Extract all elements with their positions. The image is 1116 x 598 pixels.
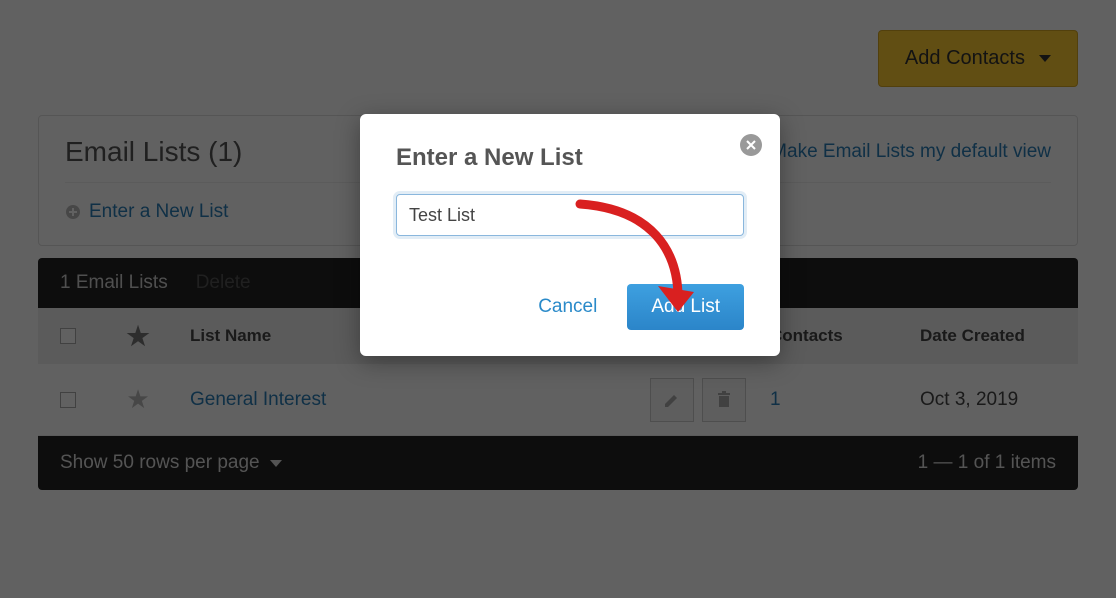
close-icon xyxy=(746,140,756,150)
close-button[interactable] xyxy=(740,134,762,156)
modal-title: Enter a New List xyxy=(396,144,744,172)
cancel-button[interactable]: Cancel xyxy=(538,296,597,318)
list-name-input[interactable] xyxy=(396,194,744,236)
add-list-button[interactable]: Add List xyxy=(627,284,744,330)
new-list-modal: Enter a New List Cancel Add List xyxy=(360,114,780,356)
